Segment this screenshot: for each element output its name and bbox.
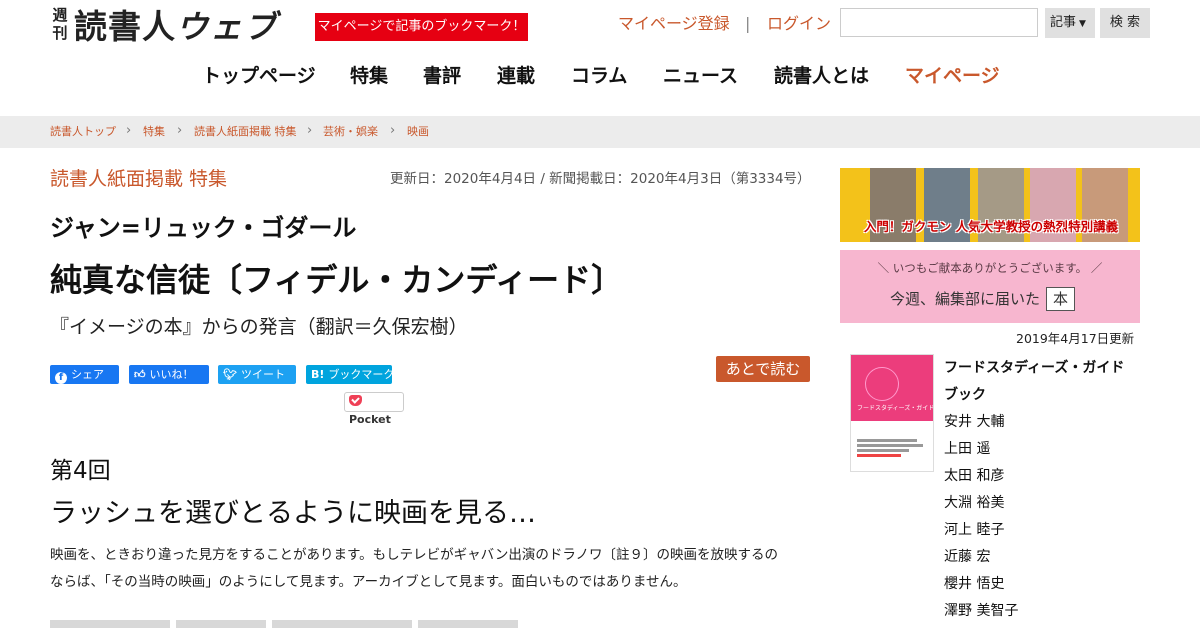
facebook-like-button[interactable]: 👍︎ いいね！	[129, 365, 209, 384]
article-body: 映画を、ときおり違った見方をすることがあります。もしテレビがギャバン出演のドラノ…	[50, 542, 812, 596]
site-logo[interactable]: 読書人ウェブ	[74, 6, 278, 48]
body-line: ならば、「その当時の映画」のようにして見ます。アーカイブとして見ます。面白いもの…	[50, 574, 687, 590]
nav-news[interactable]: ニュース	[663, 63, 738, 89]
chevron-right-icon: ›	[177, 123, 183, 138]
lecture-banner-text: 入門！ガクモン 人気大学教授の熱烈特別講義	[863, 219, 1119, 234]
book-label: 本	[1046, 287, 1076, 311]
body-line: 映画を、ときおり違った見方をすることがあります。もしテレビがギャバン出演のドラノ…	[50, 547, 779, 563]
hatena-bookmark-button[interactable]: B! ブックマーク	[306, 365, 395, 384]
logo-text: 読書人	[74, 7, 176, 46]
thumbs-up-icon: 👍︎	[134, 368, 146, 381]
search-type-select[interactable]: 記事 ▼	[1045, 8, 1095, 38]
chevron-right-icon: ›	[126, 123, 132, 138]
page-title: 純真な信徒〔フィデル・カンディード〕	[50, 261, 624, 299]
cover-text	[857, 437, 929, 459]
article-category[interactable]: 読書人紙面掲載 特集	[50, 166, 227, 192]
article-subtitle: 『イメージの本』からの発言（翻訳＝久保宏樹）	[50, 316, 468, 338]
received-books-title: 今週、編集部に届いた本	[890, 287, 1076, 311]
received-books-tagline: ＼ いつもご献本ありがとうございます。 ／	[877, 261, 1103, 275]
nav-top[interactable]: トップページ	[202, 63, 316, 89]
facebook-like-label: いいね！	[149, 368, 194, 381]
book-title-link[interactable]: フードスタディーズ・ガイドブック	[944, 355, 1134, 409]
facebook-share-label: シェア	[71, 368, 104, 381]
lecture-banner[interactable]: 入門！ガクモン 人気大学教授の熱烈特別講義	[840, 168, 1140, 242]
chapter-number: 第4回	[50, 458, 111, 484]
pocket-label: Pocket	[349, 413, 391, 426]
nav-features[interactable]: 特集	[350, 63, 388, 89]
logo-weekly-mark[interactable]: 週刊	[50, 6, 70, 42]
nav-about[interactable]: 読書人とは	[774, 63, 869, 89]
breadcrumb-item-print-features[interactable]: 読書人紙面掲載 特集	[194, 125, 297, 139]
chevron-right-icon: ›	[390, 123, 396, 138]
breadcrumb-item-top[interactable]: 読書人トップ	[50, 125, 116, 139]
author-link[interactable]: 安井 大輔	[944, 412, 1004, 432]
breadcrumb-item-arts[interactable]: 芸術・娯楽	[323, 125, 378, 139]
updated-date: 2019年4月17日更新	[1016, 331, 1135, 346]
facebook-share-button[interactable]: f シェア	[50, 365, 119, 384]
tweet-button[interactable]: 🐦︎ ツイート	[218, 365, 296, 384]
book-cover-image[interactable]: フードスタディーズ・ガイドブック	[850, 354, 934, 472]
author-link[interactable]: 澤野 美智子	[944, 601, 1018, 621]
facebook-icon: f	[55, 372, 67, 384]
pocket-icon	[349, 395, 362, 406]
received-books-banner[interactable]: ＼ いつもご献本ありがとうございます。 ／ 今週、編集部に届いた本	[840, 250, 1140, 323]
search-type-value: 記事	[1050, 15, 1077, 30]
chevron-right-icon: ›	[307, 123, 313, 138]
nav-reviews[interactable]: 書評	[423, 63, 461, 89]
login-link[interactable]: ログイン	[767, 13, 831, 35]
register-link[interactable]: マイページ登録	[618, 13, 730, 35]
author-link[interactable]: 太田 和彦	[944, 466, 1004, 486]
author-link[interactable]: 近藤 宏	[944, 547, 990, 567]
read-later-button[interactable]: あとで読む	[716, 356, 810, 382]
pocket-button[interactable]: Pocket	[344, 392, 404, 426]
hatena-bookmark-label: ブックマーク	[328, 368, 395, 381]
logo-web-text: ウェブ	[176, 8, 279, 46]
cut-off-text-line	[50, 620, 610, 634]
mypage-promo-banner[interactable]: マイページで記事のブックマーク！	[315, 13, 528, 41]
nav-columns[interactable]: コラム	[571, 63, 627, 89]
article-subject: ジャン=リュック・ゴダール	[50, 214, 357, 242]
nav-mypage[interactable]: マイページ	[905, 63, 1000, 89]
search-button[interactable]: 検 索	[1100, 8, 1150, 38]
breadcrumb-item-features[interactable]: 特集	[143, 125, 165, 139]
author-link[interactable]: 櫻井 悟史	[944, 574, 1004, 594]
cover-title: フードスタディーズ・ガイドブック	[857, 405, 934, 412]
nav-series[interactable]: 連載	[497, 63, 535, 89]
author-link[interactable]: 河上 睦子	[944, 520, 1004, 540]
chevron-down-icon: ▼	[1079, 19, 1086, 29]
search-input[interactable]	[840, 8, 1038, 37]
tweet-label: ツイート	[240, 368, 285, 381]
hatena-icon: B!	[311, 368, 325, 381]
cover-circle-decoration	[865, 367, 899, 401]
article-dates: 更新日：2020年4月4日 / 新聞掲載日：2020年4月3日（第3334号）	[390, 171, 811, 187]
twitter-bird-icon: 🐦︎	[223, 368, 237, 381]
header-separator: |	[745, 14, 751, 33]
author-link[interactable]: 大淵 裕美	[944, 493, 1004, 513]
section-heading: ラッシュを選びとるように映画を見る…	[50, 498, 536, 529]
received-books-text: 今週、編集部に届いた	[890, 290, 1041, 308]
author-link[interactable]: 上田 遥	[944, 439, 990, 459]
breadcrumb-item-film[interactable]: 映画	[407, 125, 429, 139]
